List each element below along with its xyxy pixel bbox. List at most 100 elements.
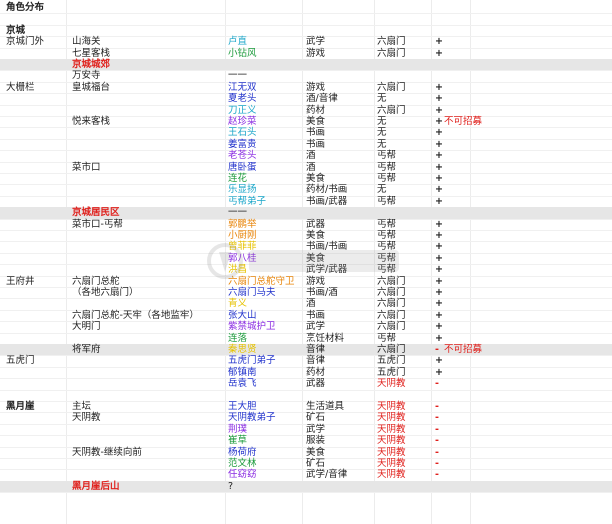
recruit-mark: +: [435, 309, 443, 321]
table-row: 范文林 矿石 天阴教 -: [0, 458, 612, 469]
skill-cell: 美食: [306, 446, 326, 458]
faction-cell: 六扇门: [377, 81, 406, 93]
table-row: 崔草 服装 天阴教 -: [0, 435, 612, 446]
recruit-mark: +: [435, 36, 443, 48]
table-row: 京城居民区 一一: [0, 207, 612, 219]
area-cell: 角色分布: [6, 2, 45, 13]
faction-cell: 天阴教: [377, 412, 406, 424]
npc-name: 秦思贤: [228, 344, 257, 355]
faction-cell: 天阴教: [377, 423, 406, 435]
place-cell: 皇城福台: [72, 81, 111, 93]
skill-cell: 服装: [306, 435, 326, 447]
npc-name: 丐帮弟子: [228, 195, 267, 207]
npc-name: 杨荷府: [228, 446, 257, 458]
recruit-mark: +: [435, 321, 443, 333]
recruit-mark: +: [435, 173, 443, 184]
faction-cell: 无: [377, 127, 387, 139]
table-row: 岳袁飞 武器 天阴教 -: [0, 378, 612, 389]
skill-cell: 药材: [306, 104, 326, 116]
table-row: 王石头 书画 无 +: [0, 127, 612, 138]
table-row: 七星客栈 小钻风 游戏 六扇门 +: [0, 48, 612, 59]
note-cell: 不可招募: [444, 344, 483, 355]
skill-cell: 美食: [306, 252, 326, 264]
area-cell: 京城: [6, 24, 26, 36]
faction-cell: 丐帮: [377, 241, 397, 253]
place-cell: 主坛: [72, 401, 92, 412]
npc-name: 王大胆: [228, 401, 257, 412]
table-row: [0, 13, 612, 24]
skill-cell: 药材: [306, 366, 326, 378]
table-row: 黑月崖后山?: [0, 480, 612, 493]
npc-name: 荆璞: [228, 423, 248, 435]
table-row: 洪昌 武学/武器 丐帮 +: [0, 264, 612, 275]
npc-name: 连花: [228, 173, 248, 184]
recruit-mark: +: [435, 161, 443, 173]
place-cell: 天阴教-继续向前: [72, 446, 142, 458]
skill-cell: 生活道具: [306, 401, 345, 412]
table-row: 荆璞 武学 天阴教 -: [0, 424, 612, 435]
skill-cell: 美食: [306, 230, 326, 241]
table-row: 小厨刚 美食 丐帮 +: [0, 230, 612, 241]
npc-name: 一一: [228, 207, 248, 219]
faction-cell: 丐帮: [377, 252, 397, 264]
recruit-mark: -: [435, 344, 439, 355]
skill-cell: 书画/酒: [306, 287, 338, 298]
place-cell: 京城城郊: [72, 59, 111, 70]
area-cell: 五虎门: [6, 355, 35, 367]
npc-name: 六扇门总舵守卫: [228, 275, 295, 287]
npc-name: 天阴教弟子: [228, 412, 276, 424]
table-row: 郁镇南 药材 五虎门 +: [0, 367, 612, 378]
area-cell: 京城门外: [6, 36, 45, 48]
place-cell: 菜市口: [72, 161, 101, 173]
recruit-mark: +: [435, 47, 443, 59]
recruit-mark: +: [435, 275, 443, 287]
recruit-mark: +: [435, 298, 443, 310]
skill-cell: 武学: [306, 321, 326, 333]
npc-name: 江无双: [228, 81, 257, 93]
recruit-mark: +: [435, 355, 443, 367]
npc-name: 任窈窈: [228, 469, 257, 481]
skill-cell: 书画: [306, 138, 326, 150]
npc-name: 王石头: [228, 127, 257, 139]
table-row: 菜市口-丐帮 郭鹏举 武器 丐帮 +: [0, 219, 612, 230]
skill-cell: 矿石: [306, 458, 326, 469]
recruit-mark: +: [435, 150, 443, 162]
recruit-mark: +: [435, 332, 443, 344]
skill-cell: 酒: [306, 150, 316, 162]
npc-name: 青义: [228, 298, 248, 310]
faction-cell: 六扇门: [377, 344, 406, 355]
skill-cell: 武学: [306, 36, 326, 48]
recruit-mark: +: [435, 287, 443, 298]
spreadsheet-grid: 角色分布 京城 京城门外 山海关 卢直 武学 六扇门 + 七星客栈 小钻风 游戏 六扇门 + 京城城郊 万安…: [0, 0, 612, 524]
faction-cell: 无: [377, 138, 387, 150]
table-row: 悦来客栈 赵珍菜 美食 无 + 不可招募: [0, 116, 612, 127]
npc-name: 洪昌: [228, 264, 248, 276]
recruit-mark: +: [435, 218, 443, 230]
place-cell: 天阴教: [72, 412, 101, 424]
faction-cell: 五虎门: [377, 366, 406, 378]
skill-cell: 武学: [306, 423, 326, 435]
skill-cell: 酒: [306, 161, 316, 173]
skill-cell: 书画/武器: [306, 195, 348, 207]
table-row: 郭八桂 美食 丐帮 +: [0, 253, 612, 264]
table-row: 曾菲菲 书画/书画 丐帮 +: [0, 241, 612, 252]
place-cell: 京城居民区: [72, 207, 120, 219]
recruit-mark: -: [435, 412, 439, 424]
table-row: 五虎门 五虎门弟子 音律 五虎门 +: [0, 355, 612, 366]
place-cell: 黑月崖后山: [72, 480, 120, 492]
skill-cell: 酒: [306, 298, 316, 310]
skill-cell: 音律: [306, 355, 326, 367]
npc-name: 郭八桂: [228, 252, 257, 264]
npc-name: 小钻风: [228, 47, 257, 59]
skill-cell: 音律: [306, 344, 326, 355]
table-row: （各地六扇门） 六扇门马夫 书画/酒 六扇门 +: [0, 287, 612, 298]
faction-cell: 无: [377, 93, 387, 105]
table-row: 大明门 紫禁城护卫 武学 六扇门 +: [0, 321, 612, 332]
recruit-mark: -: [435, 378, 439, 390]
npc-name: 姜富贵: [228, 138, 257, 150]
place-cell: （各地六扇门）: [72, 287, 139, 298]
table-row: [0, 390, 612, 401]
recruit-mark: +: [435, 138, 443, 150]
table-row: 丐帮弟子 书画/武器 丐帮 +: [0, 196, 612, 207]
area-cell: 黑月崖: [6, 401, 35, 412]
